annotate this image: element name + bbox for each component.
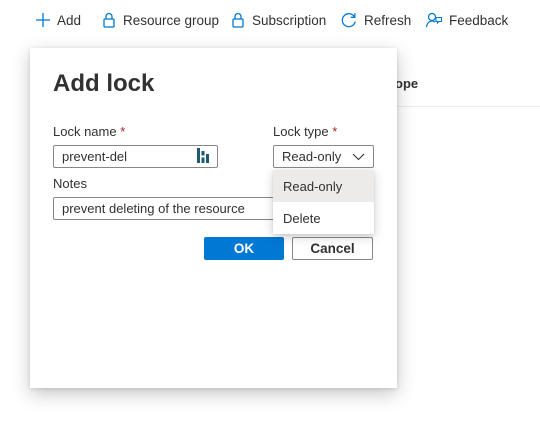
option-read-only[interactable]: Read-only (273, 170, 374, 202)
lock-type-label: Lock type * (273, 124, 338, 139)
refresh-label: Refresh (364, 12, 412, 28)
option-delete[interactable]: Delete (273, 202, 374, 234)
ok-button[interactable]: OK (204, 237, 284, 260)
refresh-button[interactable]: Refresh (340, 8, 411, 32)
notes-label: Notes (53, 176, 87, 191)
cancel-button[interactable]: Cancel (292, 237, 373, 260)
add-icon (35, 12, 51, 28)
lock-name-value: prevent-del (62, 149, 128, 164)
table-divider (397, 106, 540, 107)
lock-type-dropdown: Read-only Delete (273, 170, 374, 234)
lock-name-label: Lock name * (53, 124, 126, 139)
add-label: Add (57, 12, 82, 28)
dialog-title: Add lock (53, 70, 155, 97)
column-header-scope: ope (395, 76, 419, 91)
feedback-icon (425, 11, 443, 29)
refresh-icon (340, 11, 358, 29)
lock-icon (230, 12, 246, 28)
resource-group-button[interactable]: Resource group (101, 8, 219, 32)
required-mark: * (332, 124, 338, 139)
subscription-label: Subscription (252, 12, 327, 28)
lock-icon (101, 12, 117, 28)
feedback-label: Feedback (449, 12, 509, 28)
add-lock-dialog: Add lock Lock name * prevent-del Lock ty… (30, 48, 397, 388)
feedback-button[interactable]: Feedback (425, 8, 508, 32)
notes-value: prevent deleting of the resource (62, 201, 245, 216)
subscription-button[interactable]: Subscription (230, 8, 326, 32)
lock-type-selected: Read-only (282, 149, 342, 164)
notes-input[interactable]: prevent deleting of the resource (53, 197, 277, 220)
password-manager-icon[interactable] (197, 147, 209, 166)
add-button[interactable]: Add (35, 8, 81, 32)
lock-type-select[interactable]: Read-only (273, 145, 374, 168)
command-bar: Add Resource group Subscription Refresh … (0, 0, 540, 40)
page: Add Resource group Subscription Refresh … (0, 0, 540, 423)
resource-group-label: Resource group (123, 12, 220, 28)
required-mark: * (120, 124, 126, 139)
lock-name-input[interactable]: prevent-del (53, 145, 218, 168)
chevron-down-icon (352, 149, 365, 164)
